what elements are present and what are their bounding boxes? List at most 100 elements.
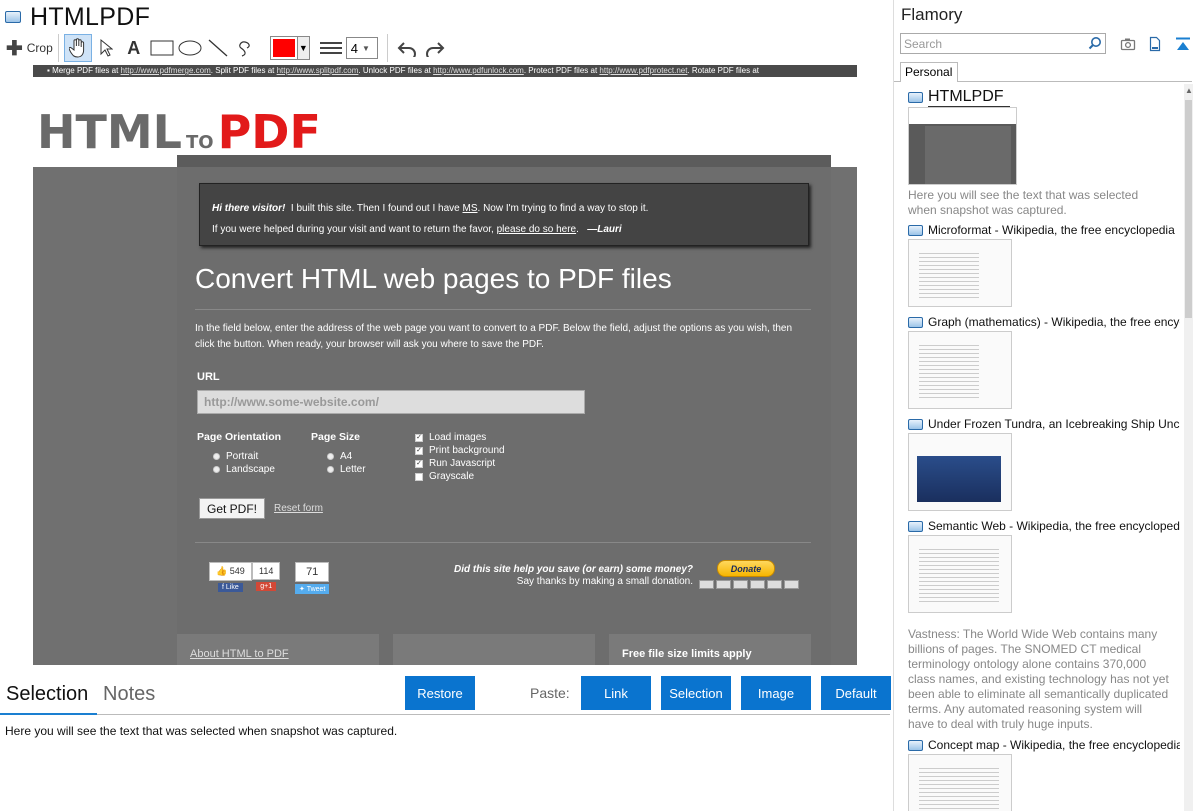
list-item[interactable]: Under Frozen Tundra, an Icebreaking Ship…: [908, 417, 1180, 511]
check-load-images[interactable]: ✓ Load images: [415, 431, 505, 444]
like-label: Like: [225, 584, 239, 591]
tab-personal[interactable]: Personal: [900, 62, 958, 82]
camera-icon[interactable]: [1120, 36, 1136, 52]
checkbox-label: Load images: [429, 432, 487, 443]
title-bar: HTMLPDF: [0, 0, 893, 34]
sidebar-scrollbar[interactable]: ▲: [1184, 84, 1193, 811]
checkbox-label: Run Javascript: [429, 458, 496, 469]
freehand-tool-button[interactable]: [232, 34, 260, 62]
ellipse-tool-button[interactable]: [176, 34, 204, 62]
tab-selection[interactable]: Selection: [6, 683, 88, 706]
radio-portrait[interactable]: Portrait: [213, 450, 281, 463]
card-icon: [699, 580, 714, 589]
topbar-link[interactable]: http://www.pdfprotect.net: [599, 66, 687, 75]
donate-button[interactable]: Donate: [717, 560, 775, 577]
notice-text: If you were helped during your visit and…: [212, 224, 497, 235]
text-tool-button[interactable]: A: [120, 34, 148, 62]
checkbox-checked-icon: ✓: [415, 459, 423, 468]
radio-label: A4: [340, 451, 353, 462]
tweet-button[interactable]: ✦ Tweet: [295, 584, 330, 594]
list-item-description: Here you will see the text that was sele…: [908, 188, 1139, 217]
crop-button[interactable]: ✚ Crop: [6, 34, 53, 62]
rectangle-tool-button[interactable]: [148, 34, 176, 62]
list-item[interactable]: Microformat - Wikipedia, the free encycl…: [908, 223, 1180, 307]
hand-tool-button[interactable]: [63, 34, 92, 62]
list-item-title: HTMLPDF: [928, 88, 1010, 107]
hand-icon: [68, 38, 84, 58]
url-input[interactable]: http://www.some-website.com/: [197, 390, 585, 414]
search-icon[interactable]: [1088, 36, 1102, 50]
paste-image-button[interactable]: Image: [741, 676, 811, 710]
redo-button[interactable]: [421, 34, 449, 62]
list-item-header: Under Frozen Tundra, an Icebreaking Ship…: [908, 417, 1180, 431]
radio-letter[interactable]: Letter: [327, 463, 366, 476]
search-input[interactable]: Search: [900, 33, 1106, 54]
paste-selection-button[interactable]: Selection: [661, 676, 731, 710]
list-item-header: Semantic Web - Wikipedia, the free encyc…: [908, 519, 1180, 533]
about-box[interactable]: About HTML to PDF: [177, 634, 379, 665]
middle-box: [393, 634, 595, 665]
gplus-button[interactable]: g+1: [256, 582, 277, 591]
thumbnail: [908, 754, 1012, 811]
thumbnail: [908, 331, 1012, 409]
list-item[interactable]: Concept map - Wikipedia, the free encycl…: [908, 738, 1180, 811]
paste-default-button[interactable]: Default: [821, 676, 891, 710]
rectangle-icon: [150, 40, 174, 56]
limits-box: Free file size limits apply: [609, 634, 811, 665]
list-item[interactable]: Semantic Web - Wikipedia, the free encyc…: [908, 519, 1180, 732]
color-picker[interactable]: ▼: [269, 36, 310, 60]
list-item-header: Microformat - Wikipedia, the free encycl…: [908, 223, 1180, 237]
check-grayscale[interactable]: Grayscale: [415, 470, 505, 483]
list-item[interactable]: Graph (mathematics) - Wikipedia, the fre…: [908, 315, 1180, 409]
snapshot-viewer[interactable]: ▪ Merge PDF files at http://www.pdfmerge…: [33, 65, 857, 665]
logo-pdf: PDF: [217, 105, 321, 159]
notice-donate-link[interactable]: please do so here: [497, 224, 577, 235]
line-size-select[interactable]: 4 ▼: [345, 37, 378, 59]
restore-button[interactable]: Restore: [405, 676, 475, 710]
topbar-link[interactable]: http://www.splitpdf.com: [277, 66, 359, 75]
checkbox-checked-icon: ✓: [415, 433, 423, 442]
logo-to: TO: [185, 132, 214, 153]
page-title: HTMLPDF: [30, 2, 151, 31]
radio-a4[interactable]: A4: [327, 450, 366, 463]
thumbnail-header: [909, 108, 1016, 124]
collapse-up-icon[interactable]: [1175, 36, 1191, 52]
topbar-link[interactable]: http://www.pdfunlock.com: [433, 66, 524, 75]
line-width-icon[interactable]: [319, 42, 342, 54]
toolbar-separator: [386, 34, 388, 62]
tweet[interactable]: 71 ✦ Tweet: [295, 562, 330, 594]
cursor-icon: [100, 38, 113, 57]
notice-ms-link[interactable]: MS: [463, 203, 478, 214]
snapshot-panel: HTMLPDF ✚ Crop A ▼ 4 ▼ ▪ Merge PDF files…: [0, 0, 893, 811]
like-button[interactable]: f Like: [218, 583, 243, 592]
line-tool-button[interactable]: [204, 34, 232, 62]
reset-form-link[interactable]: Reset form: [274, 503, 323, 514]
radio-landscape[interactable]: Landscape: [213, 463, 281, 476]
radio-label: Letter: [340, 464, 366, 475]
undo-button[interactable]: [393, 34, 421, 62]
radio-icon: [327, 466, 334, 473]
google-plus[interactable]: 114 g+1: [252, 562, 281, 591]
check-print-background[interactable]: ✓ Print background: [415, 444, 505, 457]
topbar-link[interactable]: http://www.pdfmerge.com: [121, 66, 211, 75]
crop-label: Crop: [26, 41, 53, 55]
get-pdf-button[interactable]: Get PDF!: [199, 498, 265, 519]
list-item-header: Graph (mathematics) - Wikipedia, the fre…: [908, 315, 1180, 329]
select-tool-button[interactable]: [92, 34, 120, 62]
divider: [195, 542, 811, 543]
tab-notes[interactable]: Notes: [103, 683, 155, 706]
like-count-value: 549: [229, 566, 245, 576]
paste-label: Paste:: [530, 685, 570, 701]
selection-text[interactable]: Here you will see the text that was sele…: [5, 724, 397, 738]
notice-text: .: [576, 224, 579, 235]
list-item-title: Graph (mathematics) - Wikipedia, the fre…: [928, 315, 1180, 329]
facebook-like[interactable]: 👍 549 f Like: [209, 562, 252, 592]
notice-text: . Now I'm trying to find a way to stop i…: [477, 203, 649, 214]
scrollbar-thumb[interactable]: [1185, 100, 1192, 318]
document-icon[interactable]: [1147, 36, 1163, 52]
paste-link-button[interactable]: Link: [581, 676, 651, 710]
check-run-javascript[interactable]: ✓ Run Javascript: [415, 457, 505, 470]
scroll-up-icon[interactable]: ▲: [1185, 86, 1193, 95]
radio-icon: [213, 466, 220, 473]
list-item[interactable]: HTMLPDF Here you will see the text that …: [908, 88, 1180, 218]
